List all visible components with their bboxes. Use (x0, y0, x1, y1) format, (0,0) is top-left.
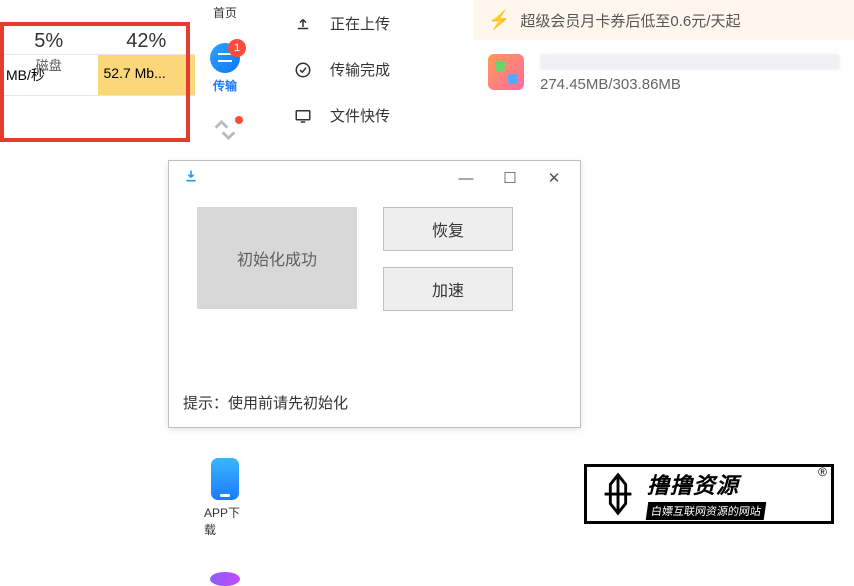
taskmgr-value-row[interactable]: MB/秒 52.7 Mb... (0, 55, 195, 96)
sidebar-item-app[interactable]: APP下载 (204, 458, 246, 538)
right-pane: ⚡ 超级会员月卡券后低至0.6元/天起 274.45MB/303.86MB (474, 0, 854, 107)
popup-buttons: 恢复 加速 (383, 207, 513, 311)
sync-dot-icon (235, 116, 243, 124)
download-icon (183, 168, 199, 189)
sidebar-transfer-label: 传输 (213, 77, 237, 94)
upload-icon (290, 13, 316, 34)
restore-button[interactable]: 恢复 (383, 207, 513, 251)
sidebar-home-label: 首页 (213, 4, 237, 21)
file-size-progress: 274.45MB/303.86MB (540, 76, 840, 93)
transfer-status-list: 正在上传 传输完成 文件快传 (290, 0, 460, 138)
file-type-icon (488, 54, 524, 90)
speed-button[interactable]: 加速 (383, 267, 513, 311)
watermark-mark-icon (595, 471, 641, 517)
status-uploading-label: 正在上传 (330, 13, 390, 34)
net-value: 52.7 Mb... (98, 55, 196, 95)
registered-icon: ® (818, 465, 827, 479)
accelerator-popup: — ☐ ✕ 初始化成功 恢复 加速 提示：使用前请先初始化 (168, 160, 581, 428)
sidebar-item-transfer[interactable]: 1 传输 (204, 43, 246, 94)
net-percent: 42% (98, 30, 196, 53)
transfer-icon: 1 (210, 43, 240, 73)
promo-banner[interactable]: ⚡ 超级会员月卡券后低至0.6元/天起 (474, 0, 854, 40)
taskmgr-col-disk[interactable]: 5% 磁盘 (0, 30, 98, 54)
close-button[interactable]: ✕ (532, 163, 576, 193)
disk-percent: 5% (0, 30, 98, 53)
transfer-badge: 1 (228, 39, 246, 57)
init-status-panel: 初始化成功 (197, 207, 357, 309)
sidebar-item-sync[interactable] (204, 116, 246, 144)
watermark-title: 撸撸资源 (647, 468, 765, 500)
sync-icon (211, 116, 239, 144)
status-completed-label: 传输完成 (330, 59, 390, 80)
sidebar-item-home[interactable]: 首页 (204, 0, 246, 21)
taskmgr-snippet: 5% 磁盘 42% 网络 MB/秒 52.7 Mb... (0, 0, 195, 96)
status-quicksend[interactable]: 文件快传 (290, 92, 460, 138)
minimize-button[interactable]: — (444, 163, 488, 193)
file-item[interactable]: 274.45MB/303.86MB (474, 40, 854, 107)
taskmgr-col-net[interactable]: 42% 网络 (98, 30, 196, 54)
popup-titlebar[interactable]: — ☐ ✕ (169, 161, 580, 195)
sidebar-swirl-icon[interactable] (210, 572, 240, 586)
taskmgr-header-row: 5% 磁盘 42% 网络 (0, 0, 195, 55)
sidebar-app-label: APP下载 (204, 504, 246, 538)
status-quicksend-label: 文件快传 (330, 105, 390, 126)
phone-icon (211, 458, 239, 500)
disk-value: MB/秒 (0, 55, 98, 95)
promo-text: 超级会员月卡券后低至0.6元/天起 (520, 10, 740, 31)
watermark-logo: 撸撸资源 白嫖互联网资源的网站 ® (584, 464, 834, 524)
file-name-redacted (540, 54, 840, 70)
init-status-text: 初始化成功 (237, 246, 317, 270)
status-completed[interactable]: 传输完成 (290, 46, 460, 92)
maximize-button[interactable]: ☐ (488, 163, 532, 193)
popup-body: 初始化成功 恢复 加速 (169, 195, 580, 311)
file-meta: 274.45MB/303.86MB (540, 54, 840, 93)
status-uploading[interactable]: 正在上传 (290, 0, 460, 46)
watermark-subtitle: 白嫖互联网资源的网站 (646, 502, 767, 520)
bolt-icon: ⚡ (488, 10, 510, 31)
popup-hint-text: 提示：使用前请先初始化 (183, 392, 348, 413)
monitor-icon (290, 105, 316, 126)
check-icon (290, 59, 316, 80)
